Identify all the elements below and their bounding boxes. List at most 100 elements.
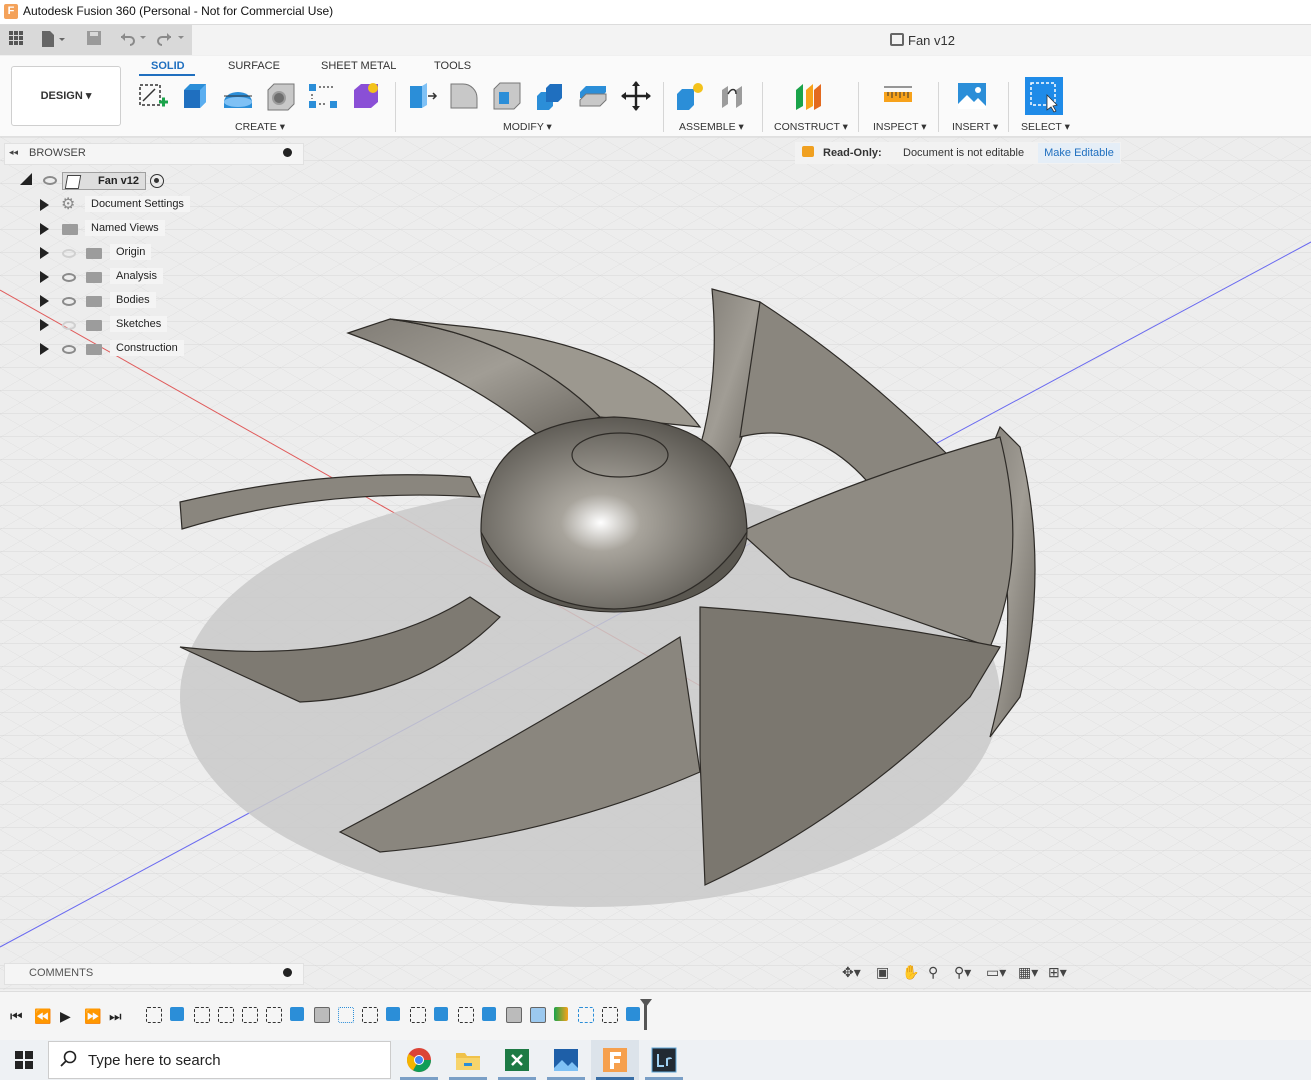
expand-triangle-icon[interactable] <box>40 343 49 355</box>
timeline-extrude-icon[interactable] <box>170 1007 184 1021</box>
browser-item-sketches[interactable]: Sketches <box>110 316 168 332</box>
tab-solid[interactable]: SOLID <box>151 60 185 72</box>
workspace-switcher-button[interactable]: DESIGN ▾ <box>11 66 121 126</box>
viewports-icon[interactable]: ⊞▾ <box>1048 964 1067 981</box>
browser-item-named-views[interactable]: Named Views <box>85 220 165 236</box>
create-menu[interactable]: CREATE ▾ <box>235 121 285 133</box>
go-to-end-icon[interactable]: ⏭ <box>109 1008 122 1025</box>
timeline-sketch-icon[interactable] <box>458 1007 474 1023</box>
expand-triangle-icon[interactable] <box>40 295 49 307</box>
insert-image-icon[interactable] <box>956 80 988 112</box>
measure-icon[interactable] <box>882 80 914 112</box>
file-explorer-icon[interactable] <box>454 1046 482 1074</box>
extrude-icon[interactable] <box>180 80 212 112</box>
timeline-sketch-icon[interactable] <box>146 1007 162 1023</box>
3d-viewport[interactable] <box>0 137 1311 990</box>
create-sketch-icon[interactable] <box>137 80 169 112</box>
browser-item-bodies[interactable]: Bodies <box>110 292 156 308</box>
zoom-icon[interactable]: ⚲ <box>928 964 938 981</box>
tab-sheet-metal[interactable]: SHEET METAL <box>321 60 396 72</box>
lightroom-icon[interactable] <box>650 1046 678 1074</box>
go-to-start-icon[interactable]: ⏮ <box>10 1008 23 1025</box>
timeline-plane-icon[interactable] <box>554 1007 568 1021</box>
step-forward-icon[interactable]: ⏩ <box>84 1008 101 1025</box>
fillet-icon[interactable] <box>448 80 480 112</box>
orbit-icon[interactable]: ✥▾ <box>842 964 861 981</box>
hidden-eye-icon[interactable] <box>62 321 76 330</box>
insert-menu[interactable]: INSERT ▾ <box>952 121 998 133</box>
hidden-eye-icon[interactable] <box>62 249 76 258</box>
select-menu[interactable]: SELECT ▾ <box>1021 121 1070 133</box>
display-settings-icon[interactable]: ▭▾ <box>986 964 1006 981</box>
pattern-icon[interactable] <box>307 80 339 112</box>
fit-icon[interactable]: ⚲▾ <box>954 964 971 981</box>
timeline-revolve-icon[interactable] <box>530 1007 546 1023</box>
redo-icon[interactable] <box>154 30 188 50</box>
activate-radio-icon[interactable] <box>150 174 164 188</box>
tab-surface[interactable]: SURFACE <box>228 60 280 72</box>
visibility-eye-icon[interactable] <box>62 345 76 354</box>
excel-icon[interactable] <box>503 1046 531 1074</box>
expand-triangle-icon[interactable] <box>40 247 49 259</box>
modify-menu[interactable]: MODIFY ▾ <box>503 121 552 133</box>
expand-triangle-icon[interactable] <box>40 271 49 283</box>
file-menu-icon[interactable] <box>38 30 68 50</box>
expand-triangle-icon[interactable] <box>40 223 49 235</box>
visibility-eye-icon[interactable] <box>62 273 76 282</box>
new-component-icon[interactable] <box>674 80 706 112</box>
timeline-sketch-icon[interactable] <box>266 1007 282 1023</box>
select-icon[interactable] <box>1025 77 1063 115</box>
browser-minimize-icon[interactable] <box>283 148 292 157</box>
photos-icon[interactable] <box>552 1046 580 1074</box>
offset-plane-icon[interactable] <box>793 80 825 112</box>
hole-icon[interactable] <box>265 80 297 112</box>
timeline-fillet-icon[interactable] <box>506 1007 522 1023</box>
timeline-extrude-icon[interactable] <box>434 1007 448 1021</box>
data-panel-grid-icon[interactable] <box>6 30 26 50</box>
inspect-menu[interactable]: INSPECT ▾ <box>873 121 927 133</box>
offset-face-icon[interactable] <box>577 80 609 112</box>
timeline-sketch-icon[interactable] <box>194 1007 210 1023</box>
timeline-fillet-icon[interactable] <box>314 1007 330 1023</box>
timeline-marker-head[interactable] <box>640 999 652 1007</box>
visibility-eye-icon[interactable] <box>43 176 57 185</box>
timeline-extrude-icon[interactable] <box>626 1007 640 1021</box>
look-at-icon[interactable]: ▣ <box>876 964 889 981</box>
timeline-extrude-icon[interactable] <box>386 1007 400 1021</box>
timeline-sketch-icon[interactable] <box>410 1007 426 1023</box>
browser-item-origin[interactable]: Origin <box>110 244 152 260</box>
root-component-node[interactable]: Fan v12 <box>62 172 146 190</box>
timeline-hole-icon[interactable] <box>290 1007 304 1021</box>
timeline-sketch-icon[interactable] <box>578 1007 594 1023</box>
expanded-triangle-icon[interactable] <box>20 173 32 185</box>
undo-icon[interactable] <box>116 30 150 50</box>
joint-icon[interactable] <box>718 80 750 112</box>
press-pull-icon[interactable] <box>406 80 438 112</box>
timeline-extrude-icon[interactable] <box>482 1007 496 1021</box>
expand-triangle-icon[interactable] <box>40 199 49 211</box>
fusion-360-taskbar-icon[interactable] <box>601 1046 629 1074</box>
browser-item-document-settings[interactable]: Document Settings <box>85 196 190 212</box>
grid-settings-icon[interactable]: ▦▾ <box>1018 964 1038 981</box>
pan-icon[interactable]: ✋ <box>902 964 919 981</box>
browser-item-construction[interactable]: Construction <box>110 340 184 356</box>
play-icon[interactable]: ▶ <box>60 1008 71 1025</box>
construct-menu[interactable]: CONSTRUCT ▾ <box>774 121 848 133</box>
combine-icon[interactable] <box>534 80 566 112</box>
windows-start-icon[interactable] <box>15 1051 33 1072</box>
save-icon[interactable] <box>84 30 104 50</box>
move-icon[interactable] <box>620 80 652 112</box>
tab-tools[interactable]: TOOLS <box>434 60 471 72</box>
timeline-sketch-icon[interactable] <box>218 1007 234 1023</box>
step-back-icon[interactable]: ⏪ <box>34 1008 51 1025</box>
browser-item-analysis[interactable]: Analysis <box>110 268 163 284</box>
add-comment-icon[interactable] <box>283 968 292 977</box>
chrome-icon[interactable] <box>405 1046 433 1074</box>
visibility-eye-icon[interactable] <box>62 297 76 306</box>
timeline-sketch-icon[interactable] <box>362 1007 378 1023</box>
timeline-pattern-icon[interactable] <box>338 1007 354 1023</box>
expand-triangle-icon[interactable] <box>40 319 49 331</box>
collapse-browser-icon[interactable]: ◂◂ <box>9 147 18 158</box>
create-form-icon[interactable] <box>350 80 382 112</box>
make-editable-button[interactable]: Make Editable <box>1038 143 1120 163</box>
